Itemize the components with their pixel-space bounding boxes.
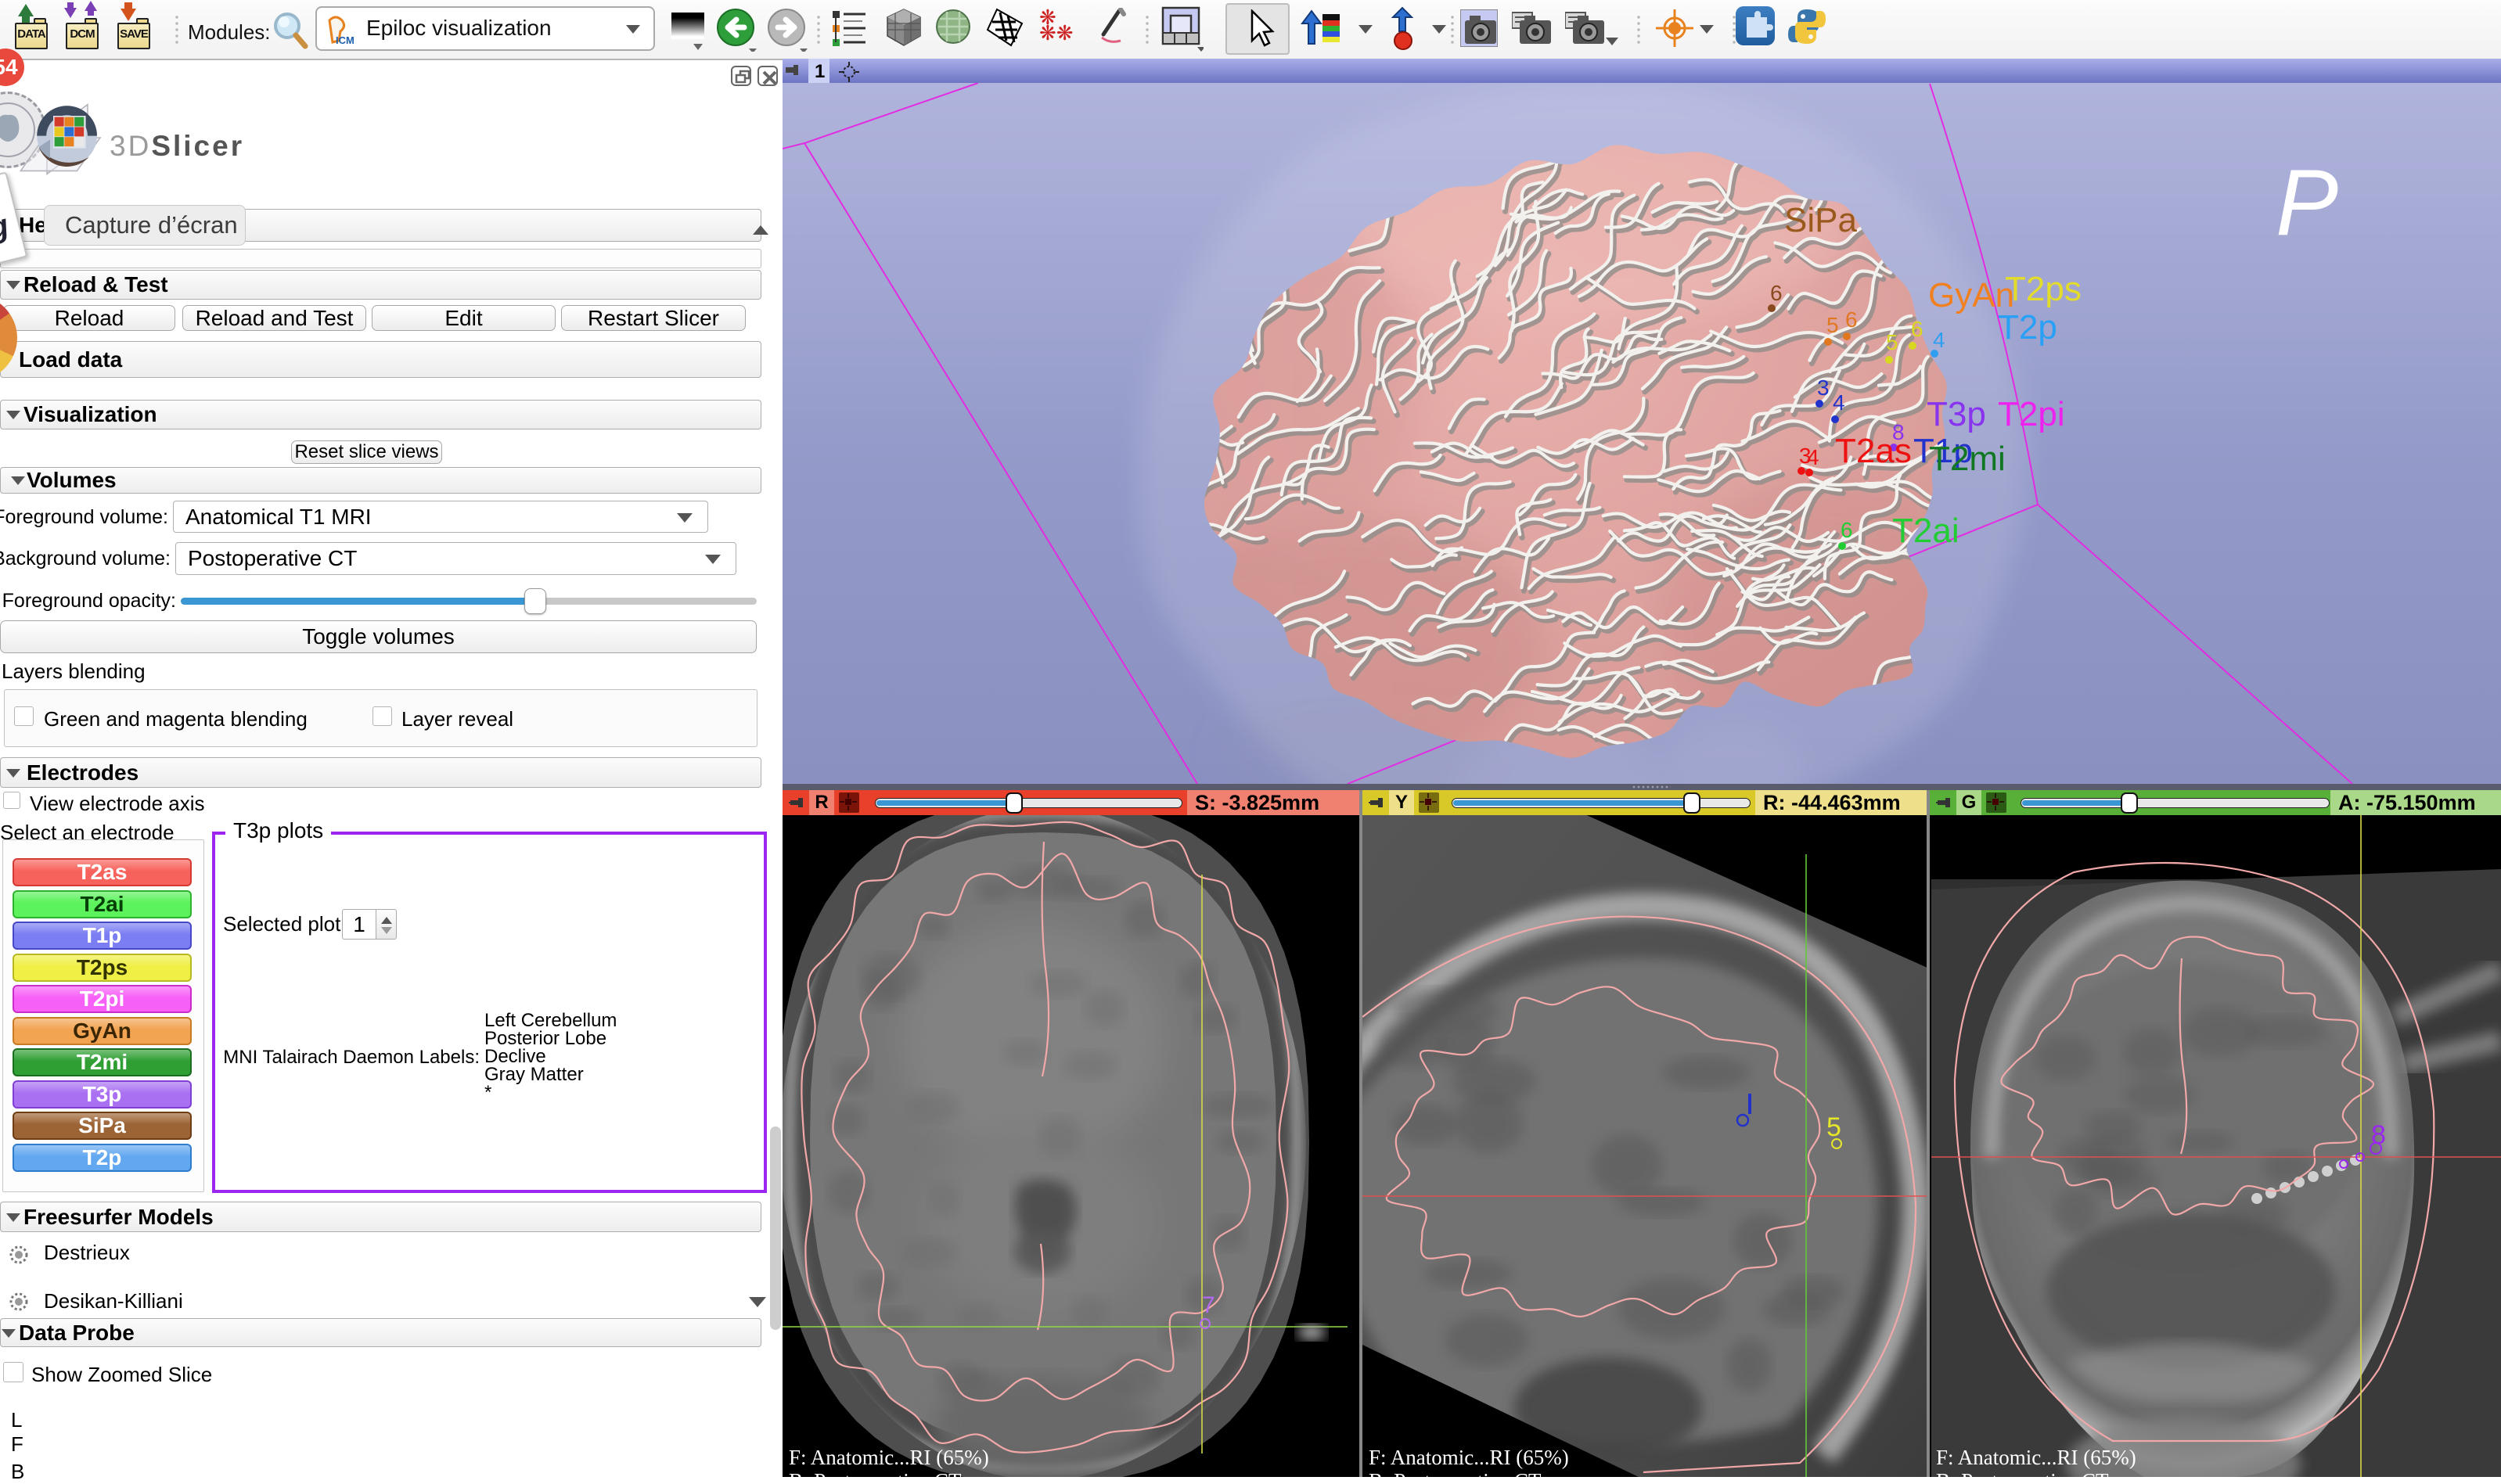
svg-text:B: Postoperative CT: B: Postoperative CT [1936,1469,2109,1477]
svg-text:F: Anatomic...RI (65%): F: Anatomic...RI (65%) [1936,1446,2136,1469]
svg-text:8: 8 [2371,1120,2386,1150]
svg-text:B: Postoperative CT: B: Postoperative CT [1369,1469,1542,1477]
svg-text:F: Anatomic...RI (65%): F: Anatomic...RI (65%) [1369,1446,1569,1469]
svg-text:F: Anatomic...RI (65%): F: Anatomic...RI (65%) [789,1446,989,1469]
svg-text:B: Postoperative CT: B: Postoperative CT [789,1469,962,1477]
svg-text:5: 5 [1826,1112,1841,1142]
svg-text:7: 7 [1202,1292,1215,1318]
